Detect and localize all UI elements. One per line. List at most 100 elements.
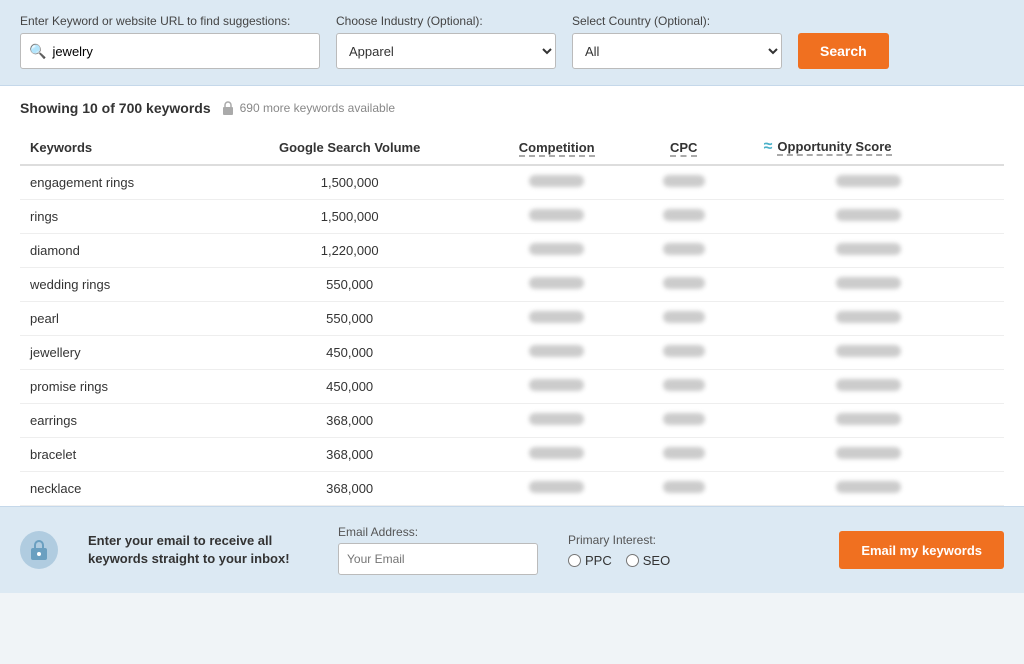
- keyword-input-wrap: 🔍: [20, 33, 320, 69]
- email-lock-icon: [29, 539, 49, 561]
- wave-icon: ≈: [764, 138, 773, 156]
- cell-volume: 368,000: [220, 438, 480, 472]
- cell-cpc: [634, 370, 734, 404]
- cell-competition: [480, 302, 634, 336]
- cell-competition: [480, 404, 634, 438]
- table-row: bracelet 368,000: [20, 438, 1004, 472]
- table-row: engagement rings 1,500,000: [20, 165, 1004, 200]
- cell-keyword: rings: [20, 200, 220, 234]
- keyword-input[interactable]: [52, 44, 311, 59]
- cell-opportunity: [734, 370, 1004, 404]
- cta-icon-wrap: [20, 531, 58, 569]
- radio-ppc-label[interactable]: PPC: [568, 553, 612, 568]
- col-header-cpc: CPC: [634, 130, 734, 165]
- results-area: Showing 10 of 700 keywords 690 more keyw…: [0, 86, 1024, 506]
- cell-volume: 1,500,000: [220, 165, 480, 200]
- radio-seo[interactable]: [626, 554, 639, 567]
- radio-group: PPC SEO: [568, 553, 670, 568]
- cell-cpc: [634, 336, 734, 370]
- cell-keyword: bracelet: [20, 438, 220, 472]
- radio-seo-label[interactable]: SEO: [626, 553, 670, 568]
- cta-text: Enter your email to receive all keywords…: [88, 532, 308, 568]
- cell-competition: [480, 472, 634, 506]
- primary-interest-label: Primary Interest:: [568, 533, 670, 547]
- col-header-opportunity: ≈ Opportunity Score: [734, 130, 1004, 165]
- email-address-label: Email Address:: [338, 525, 538, 539]
- cell-competition: [480, 165, 634, 200]
- cell-competition: [480, 200, 634, 234]
- cell-cpc: [634, 472, 734, 506]
- cell-cpc: [634, 234, 734, 268]
- table-row: diamond 1,220,000: [20, 234, 1004, 268]
- table-row: earrings 368,000: [20, 404, 1004, 438]
- cell-keyword: engagement rings: [20, 165, 220, 200]
- table-row: wedding rings 550,000: [20, 268, 1004, 302]
- table-row: jewellery 450,000: [20, 336, 1004, 370]
- more-keywords-text: 690 more keywords available: [240, 101, 395, 115]
- industry-label: Choose Industry (Optional):: [336, 14, 556, 28]
- cell-cpc: [634, 404, 734, 438]
- col-header-volume: Google Search Volume: [220, 130, 480, 165]
- cell-cpc: [634, 200, 734, 234]
- cell-competition: [480, 370, 634, 404]
- email-section: Email Address:: [338, 525, 538, 575]
- cell-opportunity: [734, 165, 1004, 200]
- country-select[interactable]: All United States United Kingdom Canada …: [572, 33, 782, 69]
- table-row: promise rings 450,000: [20, 370, 1004, 404]
- cell-opportunity: [734, 302, 1004, 336]
- cell-opportunity: [734, 200, 1004, 234]
- country-field-group: Select Country (Optional): All United St…: [572, 14, 782, 69]
- keyword-label: Enter Keyword or website URL to find sug…: [20, 14, 320, 28]
- cell-keyword: wedding rings: [20, 268, 220, 302]
- email-input[interactable]: [338, 543, 538, 575]
- showing-count: Showing 10 of 700 keywords: [20, 100, 211, 116]
- cell-cpc: [634, 302, 734, 336]
- cell-competition: [480, 268, 634, 302]
- showing-line: Showing 10 of 700 keywords 690 more keyw…: [20, 100, 1004, 116]
- cell-cpc: [634, 438, 734, 472]
- cell-keyword: jewellery: [20, 336, 220, 370]
- cell-keyword: necklace: [20, 472, 220, 506]
- cell-keyword: diamond: [20, 234, 220, 268]
- cell-opportunity: [734, 404, 1004, 438]
- industry-field-group: Choose Industry (Optional): All Industri…: [336, 14, 556, 69]
- cell-volume: 1,500,000: [220, 200, 480, 234]
- keywords-table: Keywords Google Search Volume Competitio…: [20, 130, 1004, 506]
- search-icon: 🔍: [29, 43, 46, 60]
- radio-ppc[interactable]: [568, 554, 581, 567]
- cell-volume: 550,000: [220, 302, 480, 336]
- col-header-competition: Competition: [480, 130, 634, 165]
- cell-volume: 450,000: [220, 370, 480, 404]
- lock-icon: [221, 100, 235, 116]
- cell-opportunity: [734, 268, 1004, 302]
- bottom-cta: Enter your email to receive all keywords…: [0, 506, 1024, 593]
- email-keywords-button[interactable]: Email my keywords: [839, 531, 1004, 569]
- cell-keyword: earrings: [20, 404, 220, 438]
- table-row: pearl 550,000: [20, 302, 1004, 336]
- search-bar: Enter Keyword or website URL to find sug…: [0, 0, 1024, 86]
- cell-volume: 550,000: [220, 268, 480, 302]
- cell-volume: 1,220,000: [220, 234, 480, 268]
- cell-competition: [480, 234, 634, 268]
- cell-cpc: [634, 165, 734, 200]
- table-row: rings 1,500,000: [20, 200, 1004, 234]
- cell-opportunity: [734, 336, 1004, 370]
- cell-volume: 368,000: [220, 472, 480, 506]
- industry-select[interactable]: All Industries Apparel Electronics Finan…: [336, 33, 556, 69]
- primary-interest-section: Primary Interest: PPC SEO: [568, 533, 670, 568]
- cell-competition: [480, 336, 634, 370]
- col-header-keywords: Keywords: [20, 130, 220, 165]
- lock-badge: 690 more keywords available: [221, 100, 395, 116]
- cell-cpc: [634, 268, 734, 302]
- search-button[interactable]: Search: [798, 33, 889, 69]
- cell-volume: 450,000: [220, 336, 480, 370]
- cell-volume: 368,000: [220, 404, 480, 438]
- cell-opportunity: [734, 438, 1004, 472]
- cell-keyword: pearl: [20, 302, 220, 336]
- cell-competition: [480, 438, 634, 472]
- keyword-field-group: Enter Keyword or website URL to find sug…: [20, 14, 320, 69]
- cell-keyword: promise rings: [20, 370, 220, 404]
- table-row: necklace 368,000: [20, 472, 1004, 506]
- cell-opportunity: [734, 472, 1004, 506]
- cell-opportunity: [734, 234, 1004, 268]
